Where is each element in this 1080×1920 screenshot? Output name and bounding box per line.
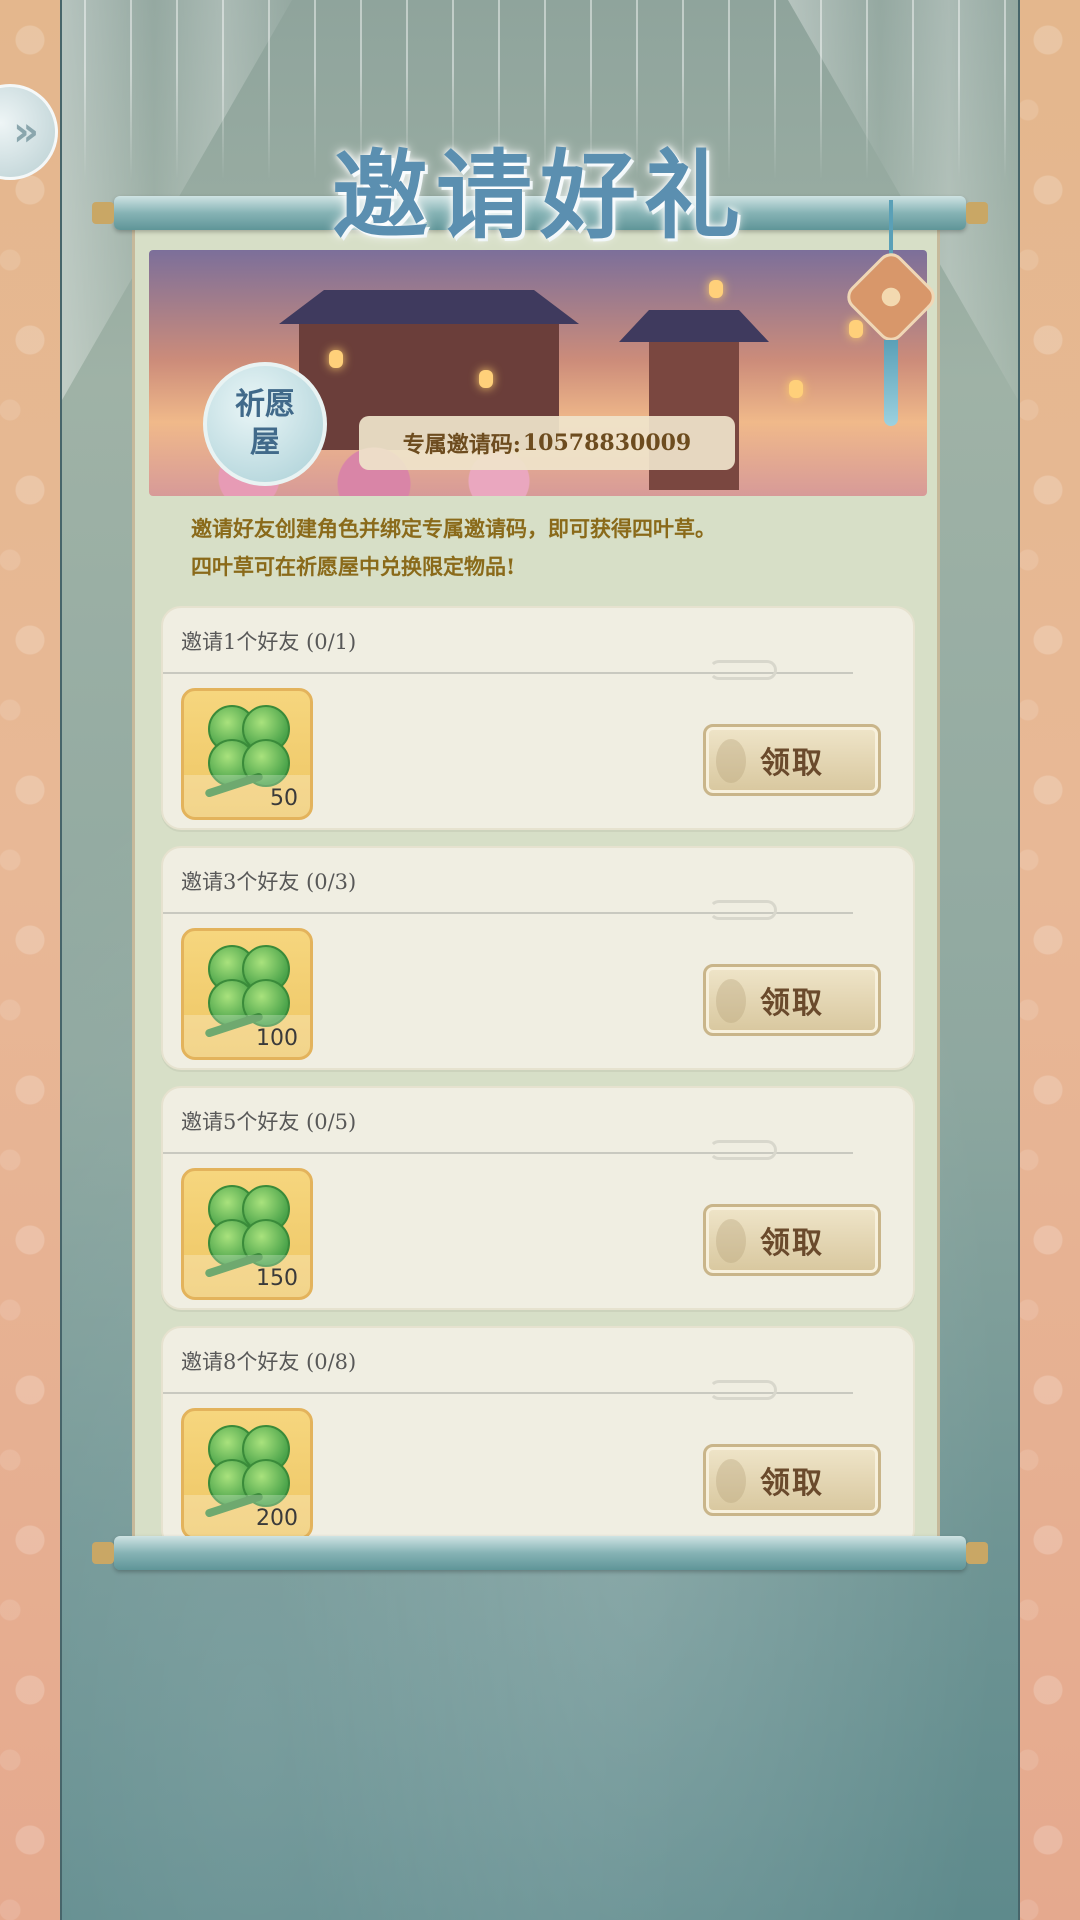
claim-button[interactable]: 领取 bbox=[703, 1204, 881, 1276]
claim-button[interactable]: 领取 bbox=[703, 1444, 881, 1516]
flower-decoration-icon bbox=[716, 1459, 746, 1503]
claim-label: 领取 bbox=[760, 1226, 824, 1261]
reward-count: 200 bbox=[256, 1506, 298, 1531]
invite-code-box[interactable]: 专属邀请码: 10578830009 bbox=[359, 416, 735, 470]
rod-cap-left bbox=[92, 1542, 114, 1564]
page-title: 邀请好礼 bbox=[332, 139, 748, 252]
task-title: 邀请1个好友 (0/1) bbox=[181, 630, 357, 654]
banner-illustration: 祈愿屋 专属邀请码: 10578830009 bbox=[149, 250, 927, 496]
scroll-paper: 祈愿屋 专属邀请码: 10578830009 邀请好友创建角色并绑定专属邀请码，… bbox=[132, 224, 940, 1538]
lantern bbox=[329, 350, 343, 368]
side-pattern-right bbox=[1018, 0, 1080, 1920]
reward-count: 50 bbox=[270, 786, 298, 811]
invite-description: 邀请好友创建角色并绑定专属邀请码，即可获得四叶草。 四叶草可在祈愿屋中兑换限定物… bbox=[191, 510, 911, 586]
task-title: 邀请8个好友 (0/8) bbox=[181, 1350, 357, 1374]
claim-button[interactable]: 领取 bbox=[703, 724, 881, 796]
reward-item[interactable]: 50 bbox=[181, 688, 313, 820]
wish-house-label: 祈愿屋 bbox=[235, 387, 295, 460]
rod-cap-right bbox=[966, 1542, 988, 1564]
claim-label: 领取 bbox=[760, 746, 824, 781]
cloud-swirl-icon bbox=[709, 1140, 777, 1160]
cloud-swirl-icon bbox=[709, 660, 777, 680]
side-pattern-left bbox=[0, 0, 62, 1920]
claim-label: 领取 bbox=[760, 1466, 824, 1501]
claim-button[interactable]: 领取 bbox=[703, 964, 881, 1036]
claim-label: 领取 bbox=[760, 986, 824, 1021]
task-title: 邀请3个好友 (0/3) bbox=[181, 870, 357, 894]
reward-item[interactable]: 200 bbox=[181, 1408, 313, 1538]
lantern bbox=[789, 380, 803, 398]
flower-decoration-icon bbox=[716, 1219, 746, 1263]
reward-item[interactable]: 100 bbox=[181, 928, 313, 1060]
lantern bbox=[479, 370, 493, 388]
wish-house-badge[interactable]: 祈愿屋 bbox=[203, 362, 327, 486]
description-line-1: 邀请好友创建角色并绑定专属邀请码，即可获得四叶草。 bbox=[191, 516, 716, 541]
double-chevron-right-icon: » bbox=[13, 109, 39, 155]
invite-code-label: 专属邀请码: bbox=[402, 432, 521, 458]
task-title: 邀请5个好友 (0/5) bbox=[181, 1110, 357, 1134]
reward-count: 100 bbox=[256, 1026, 298, 1051]
scroll-rod-bottom bbox=[92, 1536, 988, 1570]
task-card-3: 邀请5个好友 (0/5) 150 领取 bbox=[161, 1086, 915, 1310]
palace-roof bbox=[279, 290, 579, 324]
cloud-swirl-icon bbox=[709, 1380, 777, 1400]
lantern bbox=[849, 320, 863, 338]
invite-code-value: 10578830009 bbox=[522, 430, 692, 456]
flower-decoration-icon bbox=[716, 739, 746, 783]
task-card-1: 邀请1个好友 (0/1) 50 领取 bbox=[161, 606, 915, 830]
description-line-2: 四叶草可在祈愿屋中兑换限定物品! bbox=[191, 554, 516, 579]
task-card-4: 邀请8个好友 (0/8) 200 领取 bbox=[161, 1326, 915, 1538]
reward-item[interactable]: 150 bbox=[181, 1168, 313, 1300]
pagoda-roof bbox=[619, 310, 769, 342]
task-card-2: 邀请3个好友 (0/3) 100 领取 bbox=[161, 846, 915, 1070]
lantern bbox=[709, 280, 723, 298]
flower-decoration-icon bbox=[716, 979, 746, 1023]
tassel-decoration bbox=[884, 340, 898, 426]
reward-count: 150 bbox=[256, 1266, 298, 1291]
cloud-swirl-icon bbox=[709, 900, 777, 920]
